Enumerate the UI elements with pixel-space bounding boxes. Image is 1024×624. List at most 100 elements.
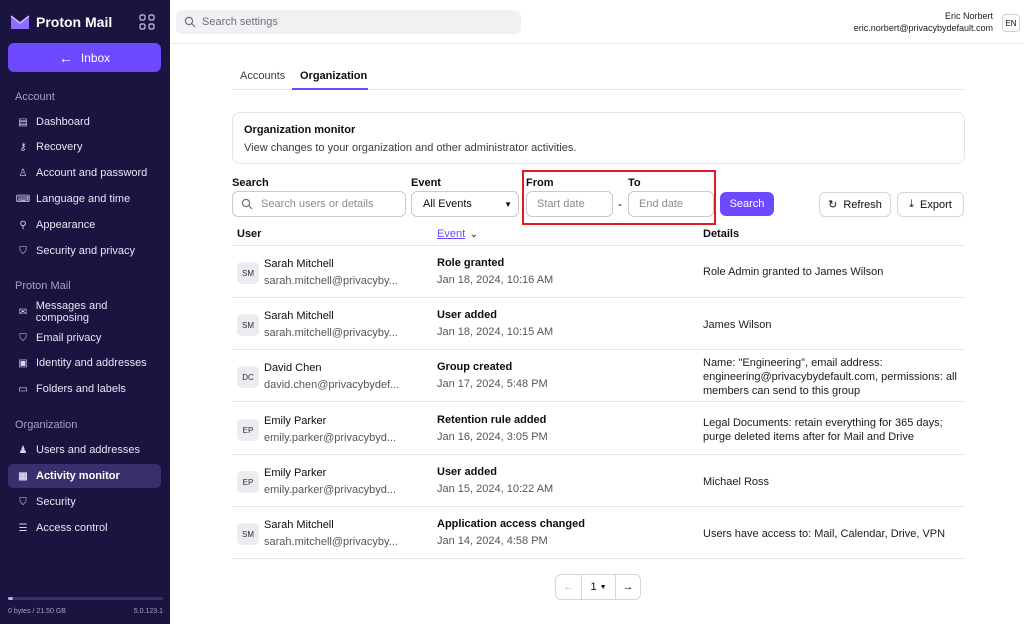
app-grid-icon[interactable] [139, 14, 155, 30]
event-time: Jan 16, 2024, 3:05 PM [437, 431, 548, 443]
search-settings-placeholder: Search settings [202, 16, 278, 28]
sidebar-item-label: Users and addresses [36, 444, 140, 456]
sidebar-item-access-control[interactable]: ☰ Access control [8, 516, 161, 540]
column-header-event-label: Event [437, 228, 466, 240]
avatar: EP [237, 419, 259, 441]
search-icon [184, 16, 196, 28]
sidebar-item-language-and-time[interactable]: ⌨ Language and time [8, 187, 161, 211]
user-email[interactable]: eric.norbert@privacybydefault.com [854, 23, 993, 33]
table-row[interactable]: SM Sarah Mitchell sarah.mitchell@privacy… [232, 298, 965, 350]
sidebar-item-label: Email privacy [36, 332, 102, 344]
user-email: sarah.mitchell@privacyby... [264, 536, 398, 548]
activity-icon: ▦ [18, 470, 28, 482]
monitor-title: Organization monitor [244, 124, 356, 136]
monitor-description: View changes to your organization and ot… [244, 142, 577, 154]
user-name: Sarah Mitchell [264, 258, 334, 270]
app-version[interactable]: 5.0.123.1 [134, 608, 163, 615]
caret-down-icon: ▼ [504, 199, 512, 209]
sidebar-item-label: Account and password [36, 167, 148, 179]
page-select[interactable]: 1 ▼ [582, 575, 616, 599]
table-row[interactable]: DC David Chen david.chen@privacybydef...… [232, 350, 965, 402]
keyboard-icon: ⌨ [15, 193, 31, 205]
storage-progress-bar [8, 597, 163, 600]
refresh-button[interactable]: ↻ Refresh [819, 192, 891, 217]
search-icon [241, 198, 253, 210]
settings-tabs: Accounts Organization [232, 66, 965, 90]
sidebar-item-label: Identity and addresses [36, 357, 147, 369]
event-details: Role Admin granted to James Wilson [703, 266, 884, 278]
sidebar-item-activity-monitor[interactable]: ▦ Activity monitor [8, 464, 161, 488]
proton-mail-logo-icon [10, 15, 30, 29]
sidebar-item-appearance[interactable]: ⚲ Appearance [8, 213, 161, 237]
search-filter-label: Search [232, 177, 269, 189]
sidebar-item-identity-and-addresses[interactable]: ▣ Identity and addresses [8, 351, 161, 375]
event-details: Legal Documents: retain everything for 3… [703, 417, 943, 443]
event-details: Users have access to: Mail, Calendar, Dr… [703, 528, 946, 540]
event-title: Retention rule added [437, 414, 547, 426]
sidebar-item-label: Recovery [36, 141, 83, 153]
user-name: Sarah Mitchell [264, 519, 334, 531]
sidebar-item-security[interactable]: ⛉ Security [8, 490, 161, 514]
user-display-name[interactable]: Eric Norbert [945, 11, 993, 21]
search-users-input[interactable]: Search users or details [232, 191, 406, 217]
table-row[interactable]: EP Emily Parker emily.parker@privacybyd.… [232, 403, 965, 455]
active-tab-indicator [292, 88, 368, 90]
export-button[interactable]: ⤓ Export [897, 192, 964, 217]
event-filter-label: Event [411, 177, 441, 189]
event-title: Role granted [437, 257, 505, 269]
date-range-highlight [522, 170, 716, 225]
table-row[interactable]: EP Emily Parker emily.parker@privacybyd.… [232, 455, 965, 507]
sidebar-item-label: Access control [36, 522, 108, 534]
sidebar-item-messages-and-composing[interactable]: ✉ Messages and composing [8, 300, 161, 324]
chevron-down-icon: ⌄ [470, 228, 478, 239]
language-button[interactable]: EN [1002, 14, 1020, 32]
sidebar-item-users-and-addresses[interactable]: ♟ Users and addresses [8, 438, 161, 462]
table-row[interactable]: SM Sarah Mitchell sarah.mitchell@privacy… [232, 246, 965, 298]
event-time: Jan 17, 2024, 5:48 PM [437, 378, 548, 390]
sidebar-item-account-and-password[interactable]: ♙ Account and password [8, 161, 161, 185]
brand-logo[interactable]: Proton Mail [10, 12, 112, 32]
avatar: EP [237, 471, 259, 493]
event-select[interactable]: All Events ▼ [411, 191, 519, 217]
sidebar-item-email-privacy[interactable]: ⛉ Email privacy [8, 326, 161, 350]
export-button-label: Export [920, 198, 952, 211]
table-row[interactable]: SM Sarah Mitchell sarah.mitchell@privacy… [232, 507, 965, 559]
avatar: SM [237, 523, 259, 545]
back-to-inbox-button[interactable]: ← Inbox [8, 43, 161, 72]
event-title: User added [437, 466, 497, 478]
refresh-icon: ↻ [828, 199, 838, 211]
nav-section-proton-mail: Proton Mail [15, 280, 71, 292]
pagination: ← 1 ▼ → [555, 574, 641, 600]
user-email: david.chen@privacybydef... [264, 379, 400, 391]
user-name: David Chen [264, 362, 322, 374]
event-time: Jan 18, 2024, 10:15 AM [437, 326, 554, 338]
sidebar-item-label: Security and privacy [36, 245, 136, 257]
paint-roller-icon: ⚲ [19, 219, 27, 231]
user-email: emily.parker@privacybyd... [264, 432, 396, 444]
storage-usage-text[interactable]: 0 bytes / 21.50 GB [8, 608, 66, 615]
sidebar-item-folders-and-labels[interactable]: ▭ Folders and labels [8, 377, 161, 401]
sidebar-item-label: Security [36, 496, 76, 508]
caret-down-icon: ▼ [599, 583, 607, 591]
user-icon: ♙ [18, 167, 28, 179]
column-header-event[interactable]: Event ⌄ [437, 228, 478, 240]
arrow-left-icon: ← [563, 581, 574, 593]
sidebar-item-dashboard[interactable]: ▤ Dashboard [8, 110, 161, 134]
sliders-icon: ☰ [18, 522, 28, 534]
sidebar-item-security-and-privacy[interactable]: ⛉ Security and privacy [8, 239, 161, 263]
folder-icon: ▭ [18, 383, 28, 395]
tab-accounts[interactable]: Accounts [240, 70, 285, 82]
sidebar-item-label: Dashboard [36, 116, 90, 128]
users-icon: ♟ [18, 444, 28, 456]
tab-organization[interactable]: Organization [300, 70, 367, 82]
sidebar: Proton Mail ← Inbox Account ▤ Dashboard ⚷… [0, 0, 170, 624]
shield-icon: ⛉ [19, 496, 27, 508]
next-page-button[interactable]: → [616, 575, 640, 599]
brand-name: Proton Mail [36, 14, 113, 30]
avatar: SM [237, 314, 259, 336]
previous-page-button[interactable]: ← [556, 575, 582, 599]
search-button[interactable]: Search [720, 192, 774, 216]
sidebar-item-label: Messages and composing [35, 300, 108, 324]
sidebar-item-recovery[interactable]: ⚷ Recovery [8, 135, 161, 159]
search-settings-input[interactable]: Search settings [176, 10, 521, 34]
